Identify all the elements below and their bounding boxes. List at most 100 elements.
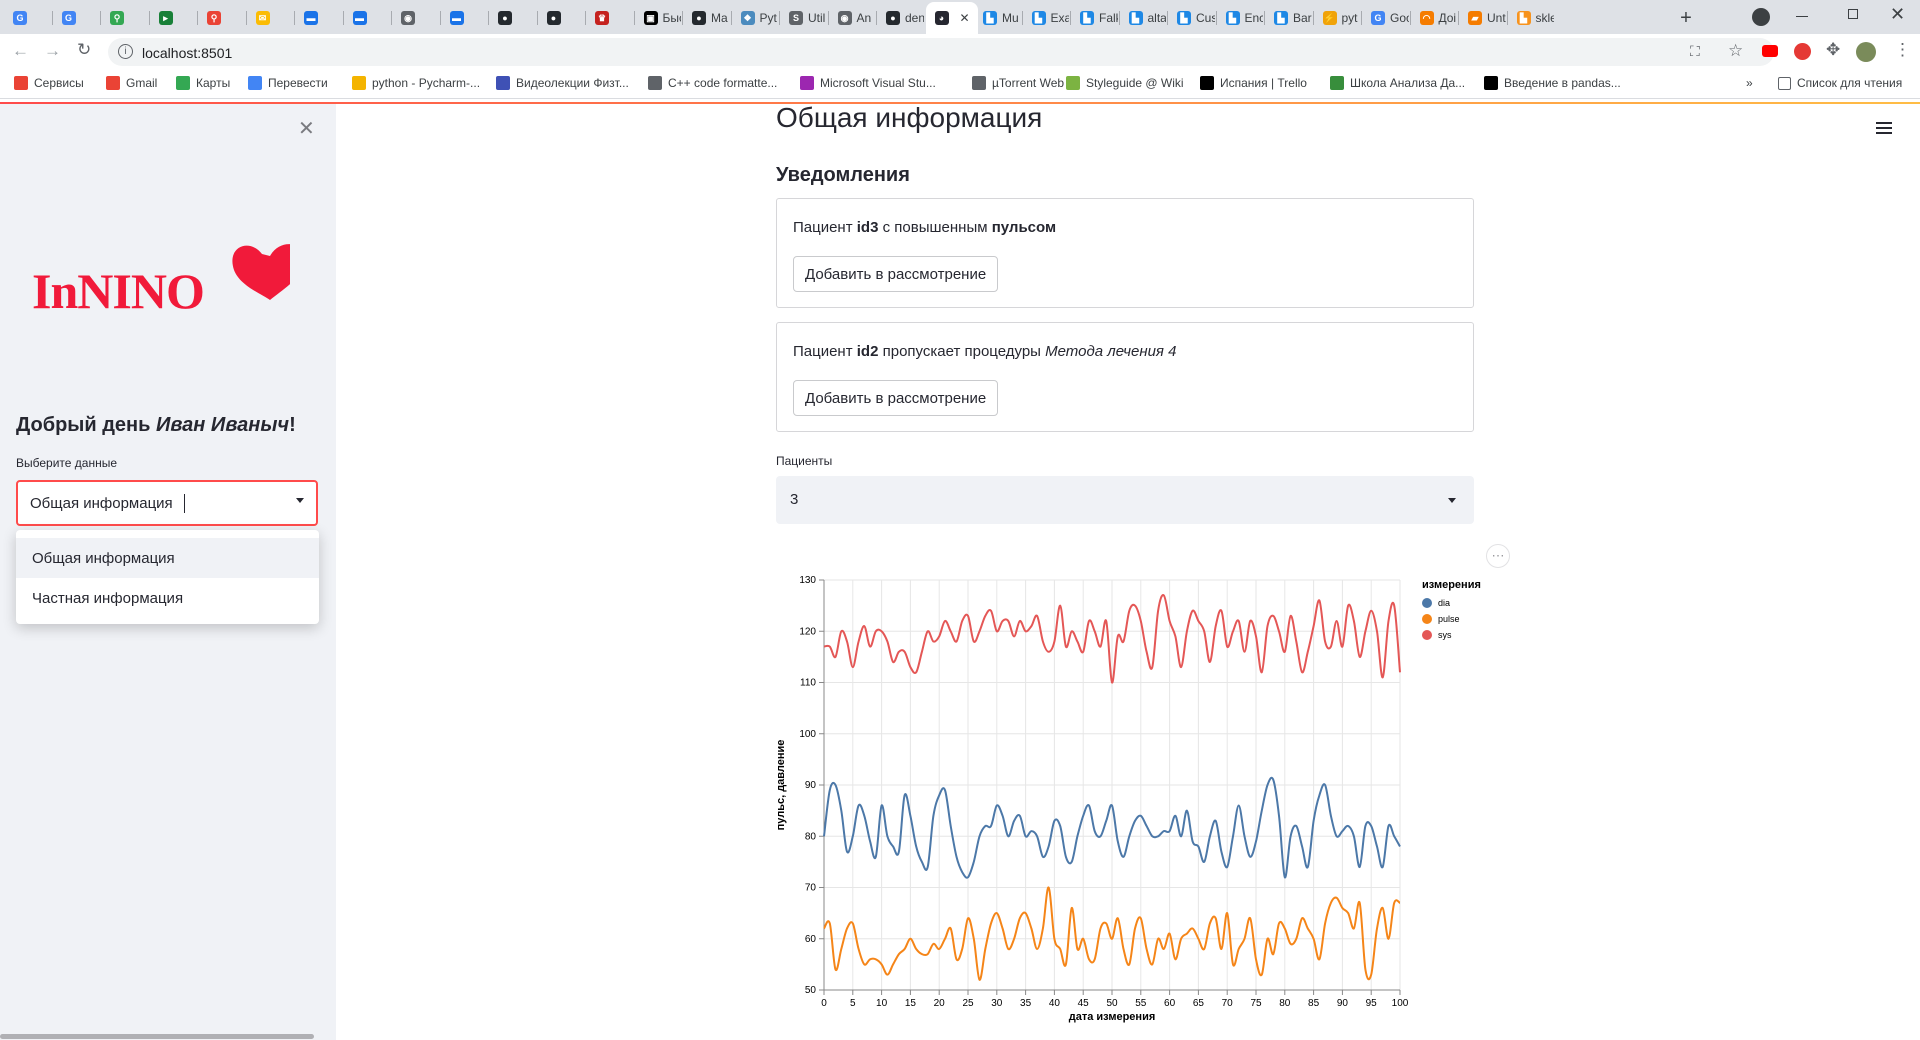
- chevron-down-icon[interactable]: [1448, 498, 1456, 503]
- restore-button[interactable]: [1848, 9, 1858, 19]
- browser-tab[interactable]: ▙ alta: [1120, 4, 1166, 32]
- browser-tab[interactable]: ▰ Unt: [1459, 4, 1506, 32]
- browser-tab[interactable]: ●: [489, 4, 536, 32]
- tab-title[interactable]: Cus: [1196, 11, 1215, 25]
- browser-tab[interactable]: G Goo: [1362, 4, 1409, 32]
- browser-menu-icon[interactable]: ⋮: [1894, 40, 1911, 60]
- bookmark-item[interactable]: Введение в pandas...: [1484, 76, 1621, 90]
- browser-tab[interactable]: ⚲: [198, 4, 245, 32]
- bookmark-label[interactable]: Styleguide @ Wiki: [1086, 76, 1184, 90]
- bookmark-item[interactable]: Styleguide @ Wiki: [1066, 76, 1184, 90]
- tab-title[interactable]: Enc: [1245, 11, 1264, 25]
- browser-tab[interactable]: ❖ Pyt: [732, 4, 779, 32]
- browser-tab[interactable]: ▙ Cus: [1168, 4, 1215, 32]
- minimize-button[interactable]: [1796, 16, 1808, 17]
- bookmark-item[interactable]: Сервисы: [14, 76, 84, 90]
- bookmark-item[interactable]: C++ code formatte...: [648, 76, 777, 90]
- tab-title[interactable]: Unt: [1487, 11, 1506, 25]
- patients-value[interactable]: 3: [790, 491, 798, 508]
- option-general-info[interactable]: Общая информация: [16, 538, 319, 578]
- option-label[interactable]: Общая информация: [32, 550, 175, 567]
- bookmark-item[interactable]: Карты: [176, 76, 230, 90]
- more-bookmarks-button[interactable]: »: [1746, 76, 1753, 90]
- browser-tab[interactable]: ◕ ✕: [925, 2, 978, 34]
- browser-tab[interactable]: ▙ Enc: [1217, 4, 1264, 32]
- browser-tab[interactable]: ⚲: [101, 4, 148, 32]
- address-bar[interactable]: i localhost:8501 ⛶ ☆: [108, 38, 1774, 66]
- bookmark-label[interactable]: Перевести: [268, 76, 328, 90]
- browser-tab[interactable]: ▬: [295, 4, 342, 32]
- address-text[interactable]: localhost:8501: [142, 45, 232, 61]
- bookmark-label[interactable]: C++ code formatte...: [668, 76, 777, 90]
- browser-tab[interactable]: ▙ Falk: [1071, 4, 1118, 32]
- browser-tab[interactable]: ♛: [586, 4, 633, 32]
- browser-tab[interactable]: ⚡ pyt: [1314, 4, 1361, 32]
- bookmark-item[interactable]: python - Pycharm-...: [352, 76, 480, 90]
- bookmark-label[interactable]: Gmail: [126, 76, 157, 90]
- bookmark-item[interactable]: Испания | Trello: [1200, 76, 1307, 90]
- back-icon[interactable]: ←: [12, 41, 29, 61]
- tab-title[interactable]: Ma: [711, 11, 728, 25]
- forward-icon[interactable]: →: [44, 41, 61, 61]
- bookmark-label[interactable]: python - Pycharm-...: [372, 76, 480, 90]
- bookmark-item[interactable]: µTorrent Web: [972, 76, 1064, 90]
- tab-title[interactable]: Pyt: [760, 11, 777, 25]
- option-private-info[interactable]: Частная информация: [16, 578, 319, 618]
- info-icon[interactable]: i: [118, 44, 133, 59]
- tab-title[interactable]: Util: [808, 11, 825, 25]
- browser-tab[interactable]: ▙ Bar: [1265, 4, 1312, 32]
- tab-title[interactable]: An: [857, 11, 872, 25]
- extensions-puzzle-icon[interactable]: ✥: [1826, 40, 1840, 60]
- patients-selectbox[interactable]: 3: [776, 476, 1474, 524]
- tab-title[interactable]: Быс: [663, 11, 682, 25]
- browser-tab[interactable]: ● Ma: [683, 4, 730, 32]
- browser-tab[interactable]: ▸: [150, 4, 197, 32]
- close-window-button[interactable]: ✕: [1890, 4, 1905, 25]
- reload-icon[interactable]: ↻: [77, 40, 91, 60]
- new-tab-button[interactable]: +: [1674, 6, 1698, 30]
- tab-title[interactable]: Exa: [1051, 11, 1070, 25]
- tab-title[interactable]: den: [905, 11, 924, 25]
- bookmark-label[interactable]: Введение в pandas...: [1504, 76, 1621, 90]
- close-sidebar-icon[interactable]: ✕: [298, 116, 315, 141]
- tab-title[interactable]: Falk: [1099, 11, 1118, 25]
- tab-title[interactable]: Доі: [1439, 11, 1457, 25]
- bookmark-star-icon[interactable]: ☆: [1728, 41, 1743, 61]
- bookmark-label[interactable]: Карты: [196, 76, 230, 90]
- browser-tab[interactable]: G: [4, 4, 51, 32]
- bookmark-label[interactable]: Видеолекции Физт...: [516, 76, 629, 90]
- profile-avatar[interactable]: [1856, 42, 1876, 62]
- tab-title[interactable]: Mu: [1002, 11, 1019, 25]
- browser-tab[interactable]: ◠ Доі: [1411, 4, 1458, 32]
- main-menu-hamburger-icon[interactable]: [1876, 122, 1892, 134]
- browser-tab[interactable]: ◉: [392, 4, 439, 32]
- bookmark-label[interactable]: Microsoft Visual Stu...: [820, 76, 936, 90]
- bookmark-item[interactable]: Microsoft Visual Stu...: [800, 76, 936, 90]
- tab-title[interactable]: Bar: [1293, 11, 1312, 25]
- tab-title[interactable]: Goo: [1390, 11, 1409, 25]
- browser-tab[interactable]: ▙ Exa: [1023, 4, 1070, 32]
- bookmark-label[interactable]: Сервисы: [34, 76, 84, 90]
- selectbox-value[interactable]: Общая информация: [30, 495, 173, 512]
- sidebar-scrollbar[interactable]: [0, 1034, 314, 1039]
- browser-tab[interactable]: ● den: [877, 4, 924, 32]
- bookmark-item[interactable]: Gmail: [106, 76, 157, 90]
- bookmark-label[interactable]: µTorrent Web: [992, 76, 1064, 90]
- browser-tab[interactable]: ◉ An: [829, 4, 876, 32]
- tab-title[interactable]: skle: [1536, 11, 1555, 25]
- reading-list-button[interactable]: Список для чтения: [1778, 76, 1902, 90]
- browser-tab[interactable]: S Util: [780, 4, 827, 32]
- bookmark-label[interactable]: Испания | Trello: [1220, 76, 1307, 90]
- bookmark-item[interactable]: Школа Анализа Да...: [1330, 76, 1465, 90]
- browser-tab[interactable]: ✉: [247, 4, 294, 32]
- bookmark-label[interactable]: Школа Анализа Да...: [1350, 76, 1465, 90]
- tab-title[interactable]: pyt: [1342, 11, 1358, 25]
- browser-tab[interactable]: ▬: [441, 4, 488, 32]
- tab-search-icon[interactable]: [1752, 8, 1770, 26]
- translate-icon[interactable]: ⛶: [1690, 43, 1700, 60]
- chevron-down-icon[interactable]: [296, 498, 304, 503]
- browser-tab[interactable]: ▙ Mu: [974, 4, 1021, 32]
- add-to-review-button[interactable]: Добавить в рассмотрение: [793, 256, 999, 292]
- option-label[interactable]: Частная информация: [32, 590, 183, 607]
- data-selectbox[interactable]: Общая информация: [16, 480, 318, 526]
